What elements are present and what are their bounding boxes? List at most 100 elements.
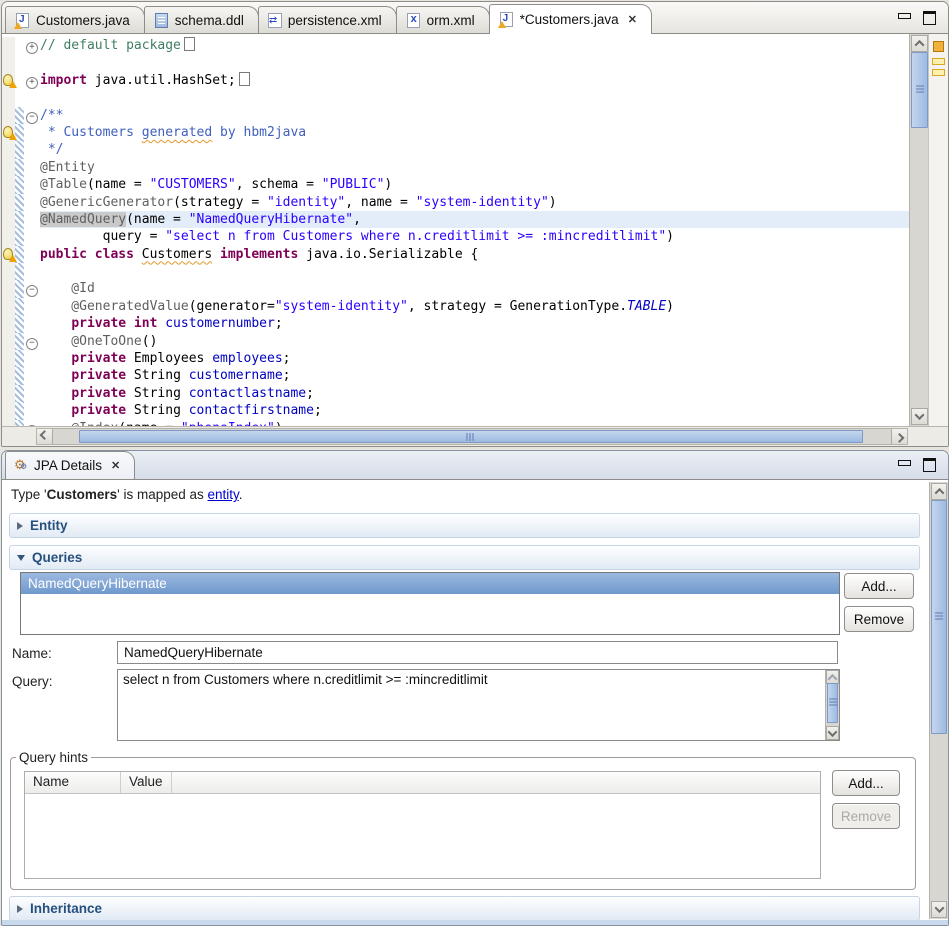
scroll-up-button[interactable] [826,670,839,684]
maximize-icon[interactable] [923,458,936,472]
scrollbar-thumb[interactable] [79,430,863,443]
minimize-icon[interactable] [898,460,911,466]
query-hints-table[interactable]: NameValue [24,771,821,879]
hints-table-body[interactable] [25,794,820,878]
scrollbar-thumb[interactable] [911,52,928,128]
scroll-up-button[interactable] [911,35,928,52]
scrollbar-thumb[interactable] [931,500,947,734]
range-indicator [15,194,24,211]
close-icon[interactable]: ✕ [628,13,637,26]
annotation-gutter [2,385,15,402]
warning-icon[interactable] [3,126,15,139]
hints-column-name[interactable]: Name [25,772,121,793]
code-line: +// default package [2,37,910,54]
fold-gutter [24,228,40,245]
section-entity[interactable]: Entity [9,513,920,538]
annotation-gutter [2,367,15,384]
fold-expand-icon[interactable]: + [26,77,38,89]
warning-marker[interactable] [932,58,945,65]
warning-marker[interactable] [932,69,945,76]
fold-gutter [24,141,40,158]
folded-region-icon[interactable] [184,37,195,51]
code-line: query = "select n from Customers where n… [2,228,910,245]
query-list-item[interactable]: NamedQueryHibernate [21,573,839,594]
code-text: // default package [40,37,910,54]
range-indicator [15,333,24,350]
scroll-left-button[interactable] [37,429,53,444]
fold-collapse-icon[interactable]: − [26,112,38,124]
scroll-up-button[interactable] [931,483,947,500]
section-queries[interactable]: Queries [9,545,920,570]
editor-vertical-scrollbar[interactable] [909,34,929,426]
annotation-gutter [2,298,15,315]
hint-add-button[interactable]: Add... [832,770,900,796]
maximize-icon[interactable] [923,11,936,25]
fold-gutter [24,211,40,228]
close-icon[interactable]: ✕ [111,459,120,472]
annotation-gutter [2,402,15,419]
scrollbar-thumb[interactable] [827,683,838,723]
code-line: */ [2,141,910,158]
folded-region-icon[interactable] [239,72,250,86]
editor-horizontal-scrollbar[interactable] [2,426,948,446]
range-indicator [15,37,24,54]
editor-tab-persistence-xml[interactable]: persistence.xml [258,6,397,33]
editor-tab-customers-java[interactable]: *Customers.java✕ [489,4,652,34]
range-indicator [15,54,24,71]
fold-gutter [24,350,40,367]
view-focus-border [2,920,948,925]
jpa-details-content: Type 'Customers' is mapped as entity. En… [2,480,948,925]
scroll-down-button[interactable] [911,408,928,425]
query-scrollbar[interactable] [825,670,839,740]
query-text-area[interactable]: select n from Customers where n.creditli… [117,669,840,741]
tab-jpa-details[interactable]: JPA Details ✕ [5,451,135,479]
named-queries-list[interactable]: NamedQueryHibernate [20,572,840,635]
fold-expand-icon[interactable]: + [26,42,38,54]
warning-icon[interactable] [3,74,15,87]
name-label: Name: [12,646,52,661]
section-inheritance[interactable]: Inheritance [9,896,920,921]
code-line [2,263,910,280]
fold-gutter [24,385,40,402]
fold-collapse-icon[interactable]: − [26,338,38,350]
code-text [40,263,910,280]
fold-gutter [24,315,40,332]
editor-tab-orm-xml[interactable]: orm.xml [396,6,490,33]
minimize-icon[interactable] [898,13,911,19]
entity-link[interactable]: entity [208,487,239,502]
code-text: @GeneratedValue(generator="system-identi… [40,298,910,315]
scroll-down-button[interactable] [931,901,947,918]
chevron-down-icon [934,903,944,913]
tab-label: persistence.xml [288,13,382,28]
warning-icon[interactable] [3,248,15,261]
hints-column-value[interactable]: Value [121,772,172,793]
thumb-grip [829,699,837,708]
range-indicator [15,402,24,419]
range-indicator [15,89,24,106]
scroll-down-button[interactable] [826,726,839,740]
fold-collapse-icon[interactable]: − [26,285,38,297]
fold-gutter: − [24,280,40,297]
annotation-gutter [2,141,15,158]
query-name-input[interactable] [117,641,838,664]
hscroll-track[interactable] [36,428,908,445]
jpa-vertical-scrollbar[interactable] [929,482,948,919]
annotation-gutter [2,246,15,263]
jpa-details-view: JPA Details ✕ Type 'Customers' is mapped… [1,450,949,926]
annotation-gutter [2,333,15,350]
fold-gutter [24,124,40,141]
mapping-mid: ' is mapped as [117,487,207,502]
hint-remove-button[interactable]: Remove [832,803,900,829]
editor-tab-customers-java[interactable]: Customers.java [5,6,145,33]
code-line: private String contactfirstname; [2,402,910,419]
code-text: import java.util.HashSet; [40,72,910,89]
code-text: /** [40,107,910,124]
scroll-right-button[interactable] [891,429,907,444]
warning-marker[interactable] [933,41,944,52]
query-remove-button[interactable]: Remove [844,606,914,632]
mapping-suffix: . [239,487,243,502]
code-text: @NamedQuery(name = "NamedQueryHibernate"… [40,211,910,228]
query-add-button[interactable]: Add... [844,573,914,599]
editor-tab-schema-ddl[interactable]: schema.ddl [144,6,259,33]
java-editor[interactable]: +// default package+import java.util.Has… [2,34,948,426]
